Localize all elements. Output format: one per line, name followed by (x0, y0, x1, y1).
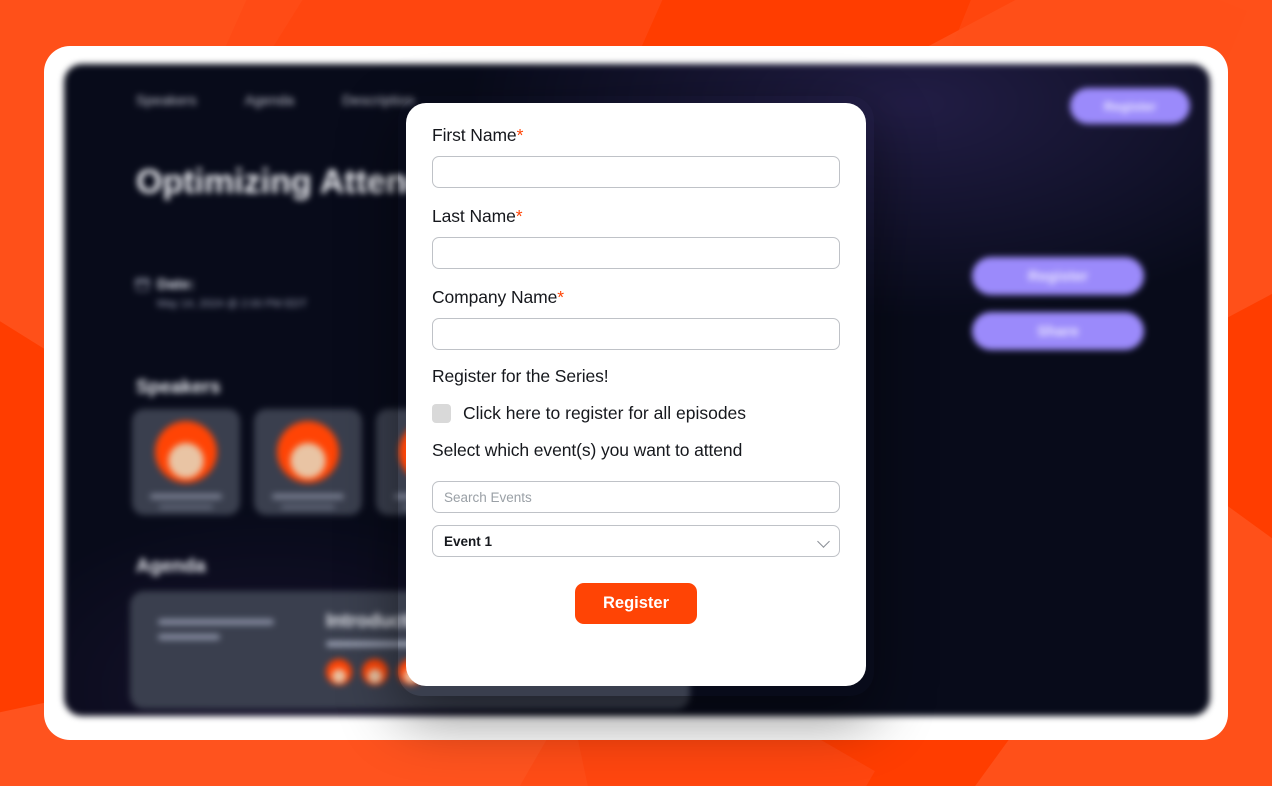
company-name-input[interactable] (432, 318, 840, 350)
nav-link-agenda[interactable]: Agenda (245, 92, 294, 108)
event-select-wrapper[interactable]: Event 1 (432, 525, 840, 557)
speaker-name (150, 494, 222, 499)
company-name-field-group: Company Name* (432, 287, 840, 350)
register-all-episodes-row[interactable]: Click here to register for all episodes (432, 403, 840, 424)
agenda-heading: Agenda (136, 556, 206, 577)
company-name-label: Company Name* (432, 287, 564, 307)
nav-link-speakers[interactable]: Speakers (136, 92, 197, 108)
event-date-block: Date: May 14, 2024 @ 2:00 PM EDT (135, 276, 307, 310)
avatar (326, 659, 352, 685)
speaker-role (159, 505, 213, 509)
register-submit-button[interactable]: Register (574, 583, 698, 624)
last-name-field-group: Last Name* (432, 206, 840, 269)
series-heading: Register for the Series! (432, 366, 609, 386)
first-name-field-group: First Name* (432, 125, 840, 188)
date-label: Date: (157, 276, 195, 293)
speaker-card[interactable] (132, 409, 240, 515)
speakers-heading: Speakers (136, 377, 221, 398)
register-all-episodes-checkbox[interactable] (432, 404, 451, 423)
registration-modal: First Name* Last Name* Company Name* Reg… (406, 103, 866, 686)
avatar (362, 659, 388, 685)
agenda-time (158, 619, 274, 640)
sidebar-share-button[interactable]: Share (972, 312, 1144, 350)
search-events-input[interactable] (432, 481, 840, 513)
top-navigation: Speakers Agenda Description (136, 92, 414, 108)
nav-link-description[interactable]: Description (342, 92, 414, 108)
nav-register-button[interactable]: Register (1070, 88, 1190, 124)
required-asterisk: * (516, 125, 524, 145)
sidebar-register-button[interactable]: Register (972, 257, 1144, 295)
last-name-label: Last Name* (432, 206, 523, 226)
required-asterisk: * (557, 287, 564, 307)
speaker-name (272, 494, 344, 499)
last-name-input[interactable] (432, 237, 840, 269)
speaker-role (281, 505, 335, 509)
required-asterisk: * (515, 206, 523, 226)
speaker-card[interactable] (254, 409, 362, 515)
calendar-icon (135, 278, 150, 291)
register-all-episodes-label: Click here to register for all episodes (463, 403, 747, 423)
first-name-input[interactable] (432, 156, 840, 188)
event-select[interactable]: Event 1 (432, 525, 840, 557)
date-value: May 14, 2024 @ 2:00 PM EDT (157, 298, 307, 310)
avatar (277, 421, 339, 483)
avatar (155, 421, 217, 483)
select-events-heading: Select which event(s) you want to attend (432, 440, 743, 460)
first-name-label: First Name* (432, 125, 524, 145)
